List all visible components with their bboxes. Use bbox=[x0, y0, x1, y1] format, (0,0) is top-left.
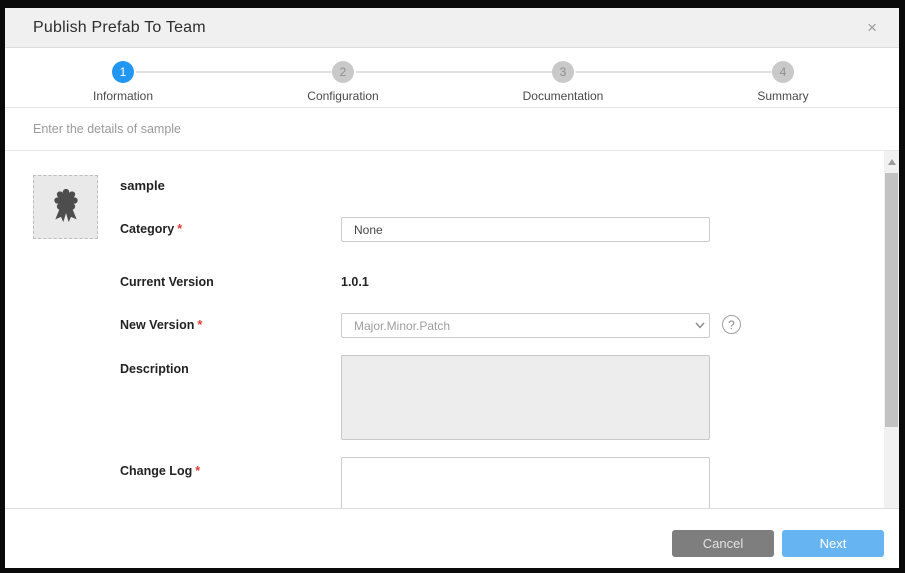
step-label-documentation: Documentation bbox=[483, 89, 643, 103]
vertical-scrollbar[interactable] bbox=[884, 151, 899, 508]
step-connector bbox=[136, 71, 332, 73]
dialog-title: Publish Prefab To Team bbox=[33, 19, 206, 37]
help-icon[interactable]: ? bbox=[722, 315, 741, 334]
step-circle-information: 1 bbox=[112, 61, 134, 83]
dialog-titlebar: Publish Prefab To Team × bbox=[5, 8, 899, 48]
step-description-text: Enter the details of sample bbox=[33, 122, 181, 136]
step-label-information: Information bbox=[43, 89, 203, 103]
prefab-name: sample bbox=[120, 178, 165, 193]
step-label-summary: Summary bbox=[703, 89, 863, 103]
description-textarea bbox=[341, 355, 710, 440]
step-circle-summary: 4 bbox=[772, 61, 794, 83]
step-connector bbox=[576, 71, 772, 73]
step-circle-documentation: 3 bbox=[552, 61, 574, 83]
form-content: sample Category* Current Version 1.0.1 N… bbox=[5, 151, 899, 508]
cancel-button[interactable]: Cancel bbox=[672, 530, 774, 557]
step-circle-configuration: 2 bbox=[332, 61, 354, 83]
category-label: Category* bbox=[120, 222, 182, 236]
new-version-select[interactable] bbox=[341, 313, 710, 338]
prefab-thumbnail bbox=[33, 175, 98, 239]
new-version-label: New Version* bbox=[120, 318, 202, 332]
step-label-configuration: Configuration bbox=[263, 89, 423, 103]
description-label: Description bbox=[120, 362, 189, 376]
required-asterisk: * bbox=[177, 222, 182, 236]
scroll-up-arrow-icon[interactable] bbox=[884, 156, 899, 168]
change-log-textarea[interactable] bbox=[341, 457, 710, 508]
close-icon[interactable]: × bbox=[863, 17, 881, 38]
next-button[interactable]: Next bbox=[782, 530, 884, 557]
subtitle-row: Enter the details of sample bbox=[5, 108, 899, 151]
current-version-value: 1.0.1 bbox=[341, 275, 369, 289]
category-input[interactable] bbox=[341, 217, 710, 242]
current-version-label: Current Version bbox=[120, 275, 214, 289]
wizard-stepper: 1 2 3 4 Information Configuration Docume… bbox=[5, 48, 899, 108]
required-asterisk: * bbox=[197, 318, 202, 332]
dialog-footer: Cancel Next bbox=[5, 508, 899, 568]
required-asterisk: * bbox=[195, 464, 200, 478]
change-log-label: Change Log* bbox=[120, 464, 200, 478]
step-connector bbox=[356, 71, 552, 73]
scrollbar-thumb[interactable] bbox=[885, 173, 898, 427]
publish-prefab-dialog: Publish Prefab To Team × 1 2 3 4 Informa… bbox=[5, 8, 899, 568]
award-rosette-icon bbox=[46, 185, 86, 230]
